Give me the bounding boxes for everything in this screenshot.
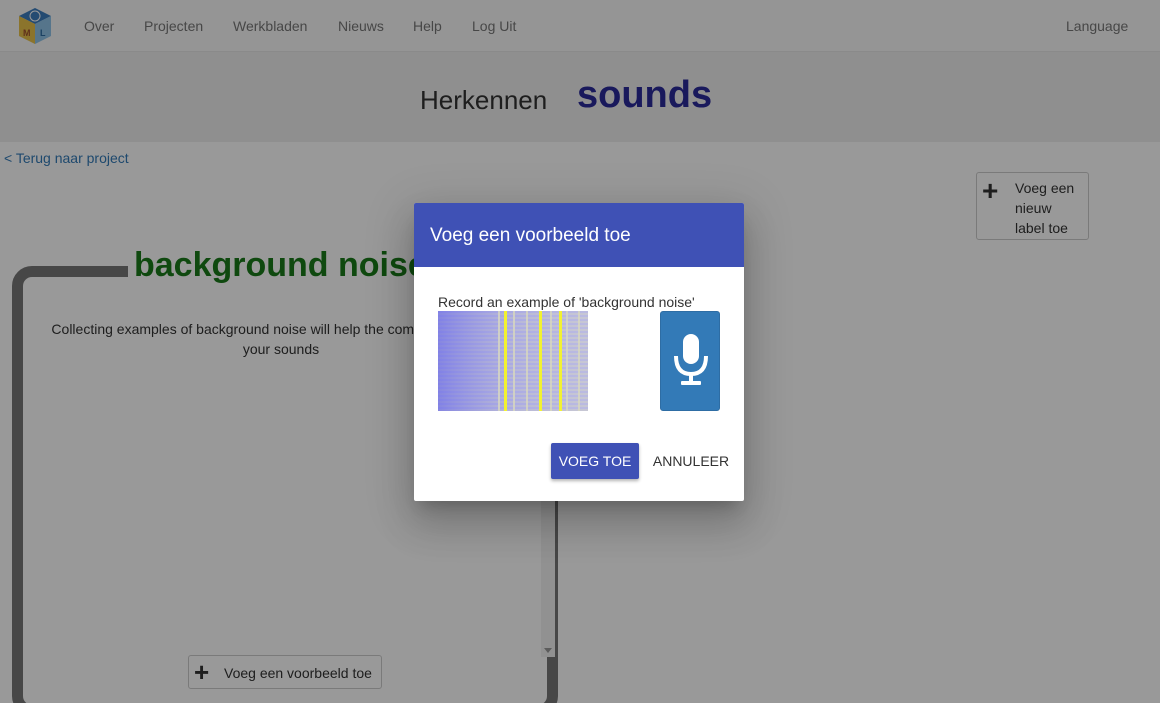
add-button[interactable]: VOEG TOE [551,443,639,479]
spectrogram-image [438,311,588,411]
dialog-header: Voeg een voorbeeld toe [414,203,744,267]
cancel-button[interactable]: ANNULEER [650,443,732,479]
record-microphone-button[interactable] [660,311,720,411]
record-prompt: Record an example of 'background noise' [438,294,695,310]
dialog-title: Voeg een voorbeeld toe [430,225,631,246]
microphone-icon [674,334,708,385]
add-example-dialog: Voeg een voorbeeld toe Record an example… [414,203,744,501]
